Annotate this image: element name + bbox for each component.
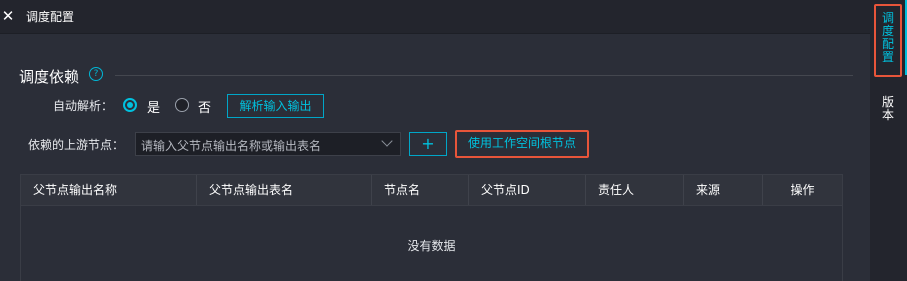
chevron-down-icon[interactable] [381, 135, 393, 147]
column-header: 父节点ID [469, 175, 586, 205]
table-body: 没有数据 [20, 206, 843, 281]
section-title: 调度依赖 [19, 68, 80, 86]
upstream-node-placeholder: 请输入父节点输出名称或输出表名 [141, 139, 322, 153]
parse-io-button[interactable]: 解析输入输出 [227, 94, 324, 118]
side-tab-label: 调度配置 [881, 11, 894, 64]
panel-titlebar: ✕ 调度配置 [0, 0, 870, 34]
auto-parse-label: 自动解析： [53, 99, 114, 113]
panel-title: 调度配置 [26, 10, 75, 24]
side-tab-version[interactable]: 版本 [876, 96, 900, 122]
radio-no[interactable] [175, 98, 189, 112]
column-header: 责任人 [586, 175, 684, 205]
empty-state-text: 没有数据 [407, 239, 456, 253]
radio-no-label: 否 [198, 101, 212, 116]
scheduling-config-panel: ✕ 调度配置 调度依赖 ? 自动解析： 是 否 解析输入输出 依赖的上游节点： … [0, 0, 870, 281]
section-divider [115, 75, 853, 76]
side-tab-label: 版本 [881, 95, 894, 122]
right-sidebar: 调度配置 版本 [870, 0, 907, 281]
upstream-node-select[interactable]: 请输入父节点输出名称或输出表名 [135, 132, 401, 156]
side-tab-scheduling-config[interactable]: 调度配置 [876, 12, 900, 64]
radio-yes-label: 是 [147, 101, 161, 116]
column-header: 节点名 [372, 175, 469, 205]
column-header: 来源 [684, 175, 763, 205]
use-workspace-root-button[interactable]: 使用工作空间根节点 [459, 133, 585, 155]
column-header: 操作 [790, 183, 815, 197]
upstream-label: 依赖的上游节点： [28, 138, 125, 152]
question-circle-icon[interactable]: ? [89, 67, 103, 81]
column-header: 父节点输出名称 [21, 175, 197, 205]
column-header: 父节点输出表名 [197, 175, 372, 205]
upstream-table: 父节点输出名称 父节点输出表名 节点名 父节点ID 责任人 来源 操作 没有数据 [20, 174, 843, 281]
close-icon[interactable]: ✕ [1, 7, 15, 25]
table-header: 父节点输出名称 父节点输出表名 节点名 父节点ID 责任人 来源 操作 [20, 174, 843, 206]
add-upstream-button[interactable]: + [409, 132, 447, 156]
radio-yes[interactable] [123, 98, 137, 112]
